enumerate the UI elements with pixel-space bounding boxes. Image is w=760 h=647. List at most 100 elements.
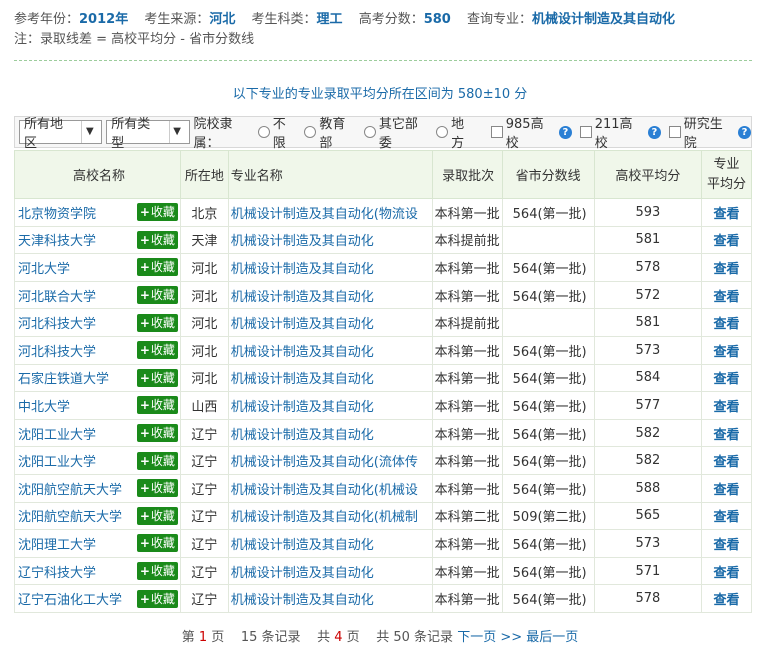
school-link[interactable]: 辽宁石油化工大学 bbox=[18, 589, 122, 608]
major-link[interactable]: 机械设计制造及其自动化 bbox=[231, 234, 374, 249]
school-cell: 河北大学 + 收藏 bbox=[14, 253, 181, 282]
major-link[interactable]: 机械设计制造及其自动化(机械设 bbox=[231, 483, 418, 498]
avg-cell: 578 bbox=[593, 253, 703, 282]
school-link[interactable]: 河北科技大学 bbox=[18, 313, 96, 332]
table-row: 石家庄铁道大学 + 收藏 河北 机械设计制造及其自动化 本科第一批 564(第一批) 584 查… bbox=[14, 363, 752, 393]
view-link[interactable]: 查看 bbox=[714, 234, 740, 249]
radio-local[interactable]: 地方 bbox=[436, 113, 477, 151]
view-link[interactable]: 查看 bbox=[714, 483, 740, 498]
plus-icon: + bbox=[139, 260, 150, 275]
school-link[interactable]: 河北联合大学 bbox=[18, 286, 96, 305]
favorite-button[interactable]: + 收藏 bbox=[136, 589, 178, 608]
major-link[interactable]: 机械设计制造及其自动化 bbox=[231, 566, 374, 581]
school-link[interactable]: 沈阳理工大学 bbox=[18, 534, 96, 553]
help-icon[interactable]: ? bbox=[647, 125, 661, 139]
view-link[interactable]: 查看 bbox=[714, 400, 740, 415]
major-cell: 机械设计制造及其自动化 bbox=[227, 529, 433, 558]
view-link[interactable]: 查看 bbox=[714, 566, 740, 581]
major-link[interactable]: 机械设计制造及其自动化(机械制 bbox=[231, 510, 418, 525]
line-cell: 564(第一批) bbox=[501, 280, 595, 310]
view-cell: 查看 bbox=[701, 335, 752, 365]
view-link[interactable]: 查看 bbox=[714, 207, 740, 222]
favorite-button[interactable]: + 收藏 bbox=[136, 258, 178, 277]
school-cell: 沈阳理工大学 + 收藏 bbox=[14, 529, 181, 558]
checkbox-985[interactable]: 985高校? bbox=[490, 113, 572, 151]
favorite-button[interactable]: + 收藏 bbox=[136, 396, 178, 415]
table-row: 沈阳工业大学 + 收藏 辽宁 机械设计制造及其自动化(流体传 本科第一批 564(第一批) 5… bbox=[14, 446, 752, 475]
school-link[interactable]: 中北大学 bbox=[18, 396, 70, 415]
view-link[interactable]: 查看 bbox=[714, 593, 740, 608]
school-link[interactable]: 天津科技大学 bbox=[18, 230, 96, 249]
favorite-button[interactable]: + 收藏 bbox=[136, 451, 178, 470]
favorite-button[interactable]: + 收藏 bbox=[136, 506, 178, 525]
major-link[interactable]: 机械设计制造及其自动化 bbox=[231, 317, 374, 332]
help-icon[interactable]: ? bbox=[559, 125, 572, 139]
major-link[interactable]: 机械设计制造及其自动化 bbox=[231, 593, 374, 608]
favorite-label: 收藏 bbox=[150, 564, 175, 579]
school-link[interactable]: 河北科技大学 bbox=[18, 341, 96, 360]
location-cell: 辽宁 bbox=[179, 556, 229, 586]
view-link[interactable]: 查看 bbox=[714, 372, 740, 387]
view-link[interactable]: 查看 bbox=[714, 262, 740, 277]
radio-unlimited[interactable]: 不限 bbox=[257, 113, 299, 151]
major-link[interactable]: 机械设计制造及其自动化 bbox=[231, 538, 374, 553]
table-row: 中北大学 + 收藏 山西 机械设计制造及其自动化 本科第一批 564(第一批) 577 查看 bbox=[14, 391, 752, 420]
next-page-link[interactable]: 下一页 bbox=[457, 630, 496, 645]
plus-icon: + bbox=[139, 508, 150, 523]
favorite-label: 收藏 bbox=[150, 288, 175, 303]
header-line: 省市分数线 bbox=[501, 150, 595, 199]
total-pages-prefix: 共 bbox=[317, 630, 331, 645]
plus-icon: + bbox=[139, 536, 150, 551]
view-link[interactable]: 查看 bbox=[714, 345, 740, 360]
school-link[interactable]: 沈阳航空航天大学 bbox=[18, 506, 122, 525]
view-link[interactable]: 查看 bbox=[714, 317, 740, 332]
major-link[interactable]: 机械设计制造及其自动化 bbox=[231, 290, 374, 305]
view-link[interactable]: 查看 bbox=[714, 510, 740, 525]
view-link[interactable]: 查看 bbox=[714, 290, 740, 305]
plus-icon: + bbox=[139, 591, 150, 606]
radio-label: 不限 bbox=[272, 117, 286, 151]
major-link[interactable]: 机械设计制造及其自动化 bbox=[231, 428, 374, 443]
favorite-button[interactable]: + 收藏 bbox=[136, 534, 178, 553]
view-link[interactable]: 查看 bbox=[714, 428, 740, 443]
table-row: 河北科技大学 + 收藏 河北 机械设计制造及其自动化 本科提前批 581 查看 bbox=[14, 308, 752, 337]
radio-other-ministries[interactable]: 其它部委 bbox=[363, 113, 430, 151]
radio-ministry-of-education[interactable]: 教育部 bbox=[304, 113, 357, 151]
view-link[interactable]: 查看 bbox=[714, 455, 740, 470]
last-page-link[interactable]: 最后一页 bbox=[526, 630, 578, 645]
favorite-button[interactable]: + 收藏 bbox=[136, 562, 178, 581]
school-link[interactable]: 河北大学 bbox=[18, 258, 70, 277]
region-select[interactable]: 所有地区 ▼ bbox=[19, 117, 103, 151]
school-link[interactable]: 石家庄铁道大学 bbox=[18, 368, 109, 387]
location-cell: 天津 bbox=[179, 225, 229, 255]
major-link[interactable]: 机械设计制造及其自动化 bbox=[231, 262, 374, 277]
checkbox-graduate-school[interactable]: 研究生院? bbox=[668, 113, 752, 151]
favorite-button[interactable]: + 收藏 bbox=[136, 368, 178, 387]
major-cell: 机械设计制造及其自动化 bbox=[227, 225, 433, 255]
favorite-button[interactable]: + 收藏 bbox=[136, 341, 178, 360]
major-link[interactable]: 机械设计制造及其自动化 bbox=[231, 372, 374, 387]
favorite-button[interactable]: + 收藏 bbox=[136, 203, 178, 222]
type-select[interactable]: 所有类型 ▼ bbox=[106, 117, 190, 151]
school-link[interactable]: 北京物资学院 bbox=[18, 203, 96, 222]
major-link[interactable]: 机械设计制造及其自动化 bbox=[231, 400, 374, 415]
major-link[interactable]: 机械设计制造及其自动化(流体传 bbox=[231, 455, 418, 470]
school-link[interactable]: 沈阳工业大学 bbox=[18, 451, 96, 470]
favorite-button[interactable]: + 收藏 bbox=[136, 230, 178, 249]
view-cell: 查看 bbox=[701, 473, 752, 503]
major-link[interactable]: 机械设计制造及其自动化 bbox=[231, 345, 374, 360]
favorite-button[interactable]: + 收藏 bbox=[136, 313, 178, 332]
school-link[interactable]: 沈阳航空航天大学 bbox=[18, 479, 122, 498]
favorite-button[interactable]: + 收藏 bbox=[136, 286, 178, 305]
table-row: 河北大学 + 收藏 河北 机械设计制造及其自动化 本科第一批 564(第一批) 578 查看 bbox=[14, 253, 752, 282]
major-link[interactable]: 机械设计制造及其自动化(物流设 bbox=[231, 207, 418, 222]
favorite-button[interactable]: + 收藏 bbox=[136, 424, 178, 443]
favorite-button[interactable]: + 收藏 bbox=[136, 479, 178, 498]
help-icon[interactable]: ? bbox=[738, 125, 752, 139]
line-cell bbox=[501, 225, 595, 255]
checkbox-211[interactable]: 211高校? bbox=[579, 113, 661, 151]
view-cell: 查看 bbox=[701, 391, 752, 420]
school-link[interactable]: 辽宁科技大学 bbox=[18, 562, 96, 581]
view-link[interactable]: 查看 bbox=[714, 538, 740, 553]
school-link[interactable]: 沈阳工业大学 bbox=[18, 424, 96, 443]
